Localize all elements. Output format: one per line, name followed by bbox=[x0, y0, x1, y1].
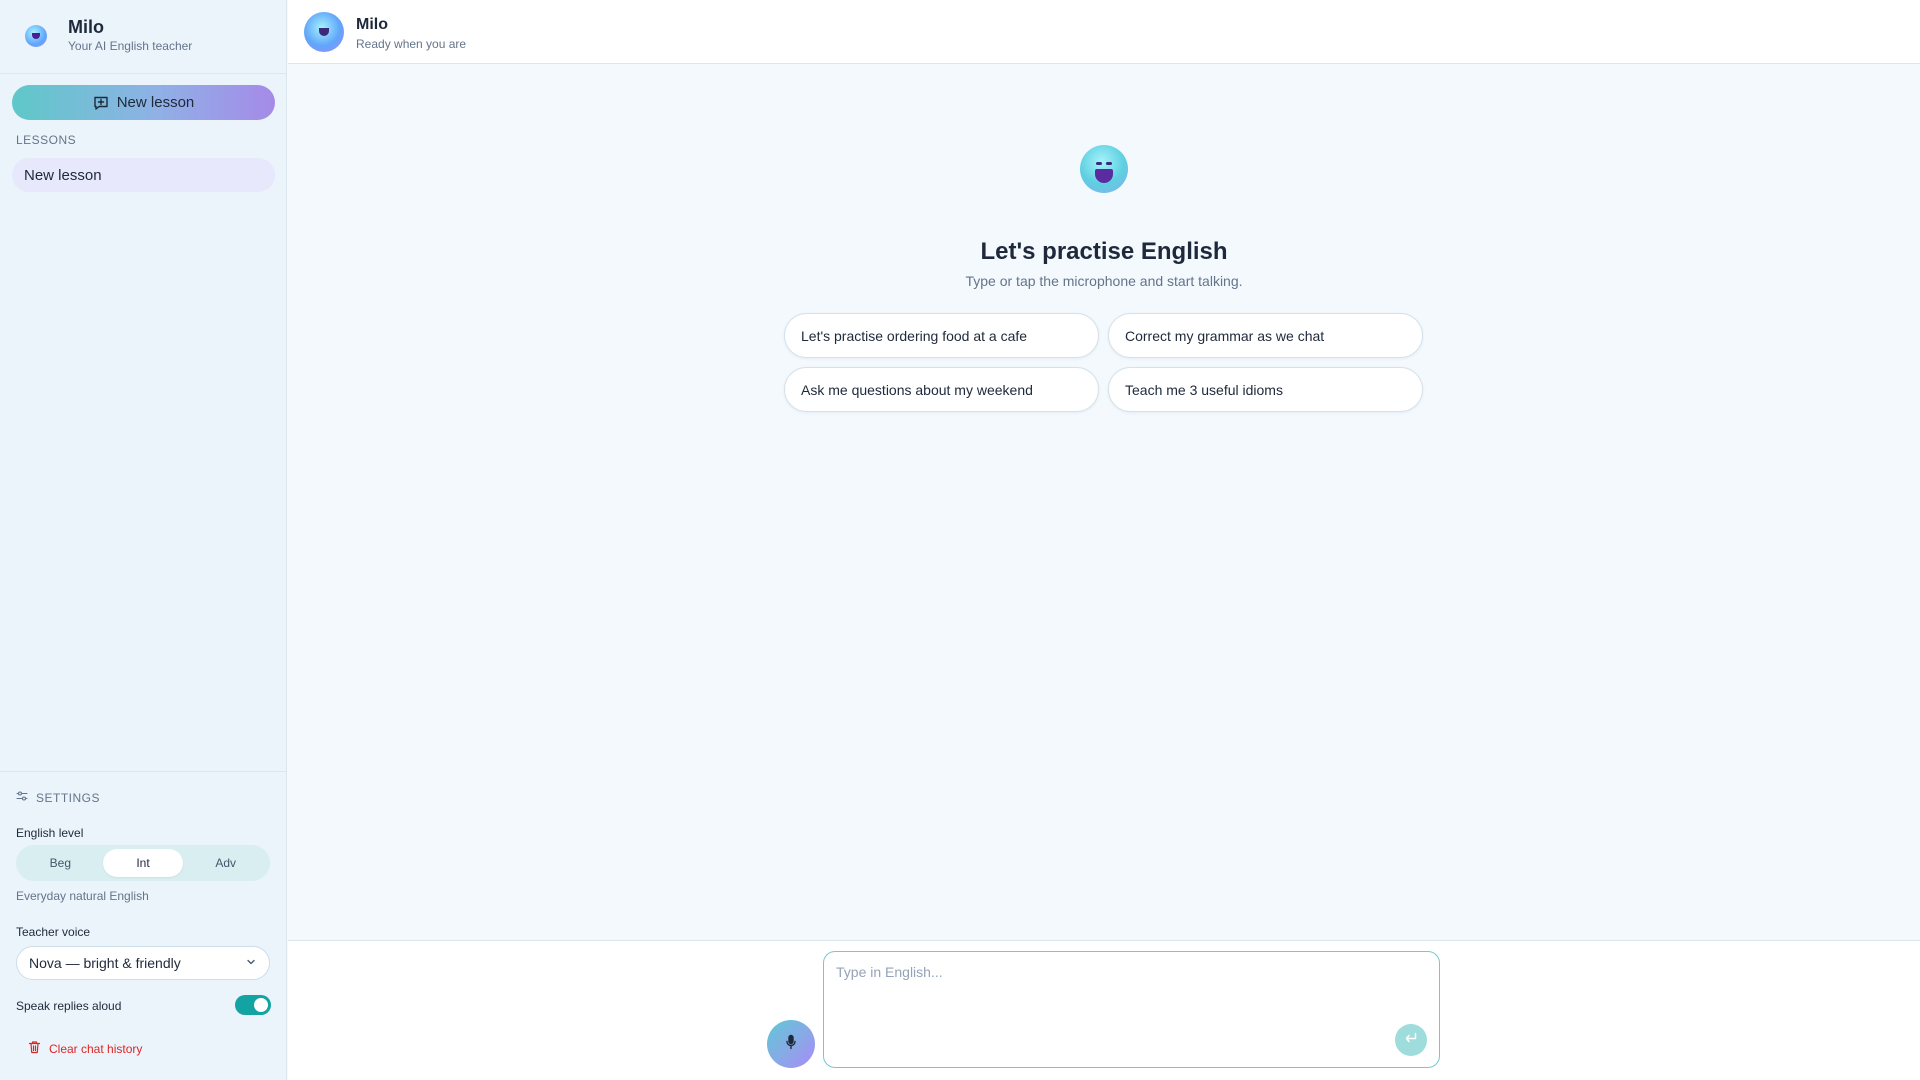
message-plus-icon bbox=[93, 95, 109, 111]
level-option-advanced[interactable]: Adv bbox=[185, 849, 266, 877]
lessons-heading: LESSONS bbox=[16, 133, 77, 147]
welcome-title: Let's practise English bbox=[980, 238, 1228, 265]
milo-mascot-icon bbox=[1080, 145, 1128, 193]
new-lesson-button[interactable]: New lesson bbox=[12, 85, 275, 120]
milo-avatar-icon bbox=[304, 12, 344, 52]
message-input[interactable] bbox=[836, 964, 1376, 1054]
suggestion-chip[interactable]: Correct my grammar as we chat bbox=[1108, 313, 1423, 358]
message-input-box bbox=[823, 951, 1440, 1068]
settings-heading: SETTINGS bbox=[16, 790, 100, 805]
brand-name: Milo bbox=[68, 17, 104, 37]
teacher-voice-select[interactable]: Nova — bright & friendly bbox=[16, 946, 270, 980]
brand-header: Milo Your AI English teacher bbox=[0, 0, 287, 74]
clear-chat-history-label: Clear chat history bbox=[49, 1041, 143, 1056]
suggestion-chip[interactable]: Ask me questions about my weekend bbox=[784, 367, 1099, 412]
chevron-down-icon bbox=[245, 955, 257, 971]
english-level-label: English level bbox=[16, 826, 84, 840]
teacher-voice-label: Teacher voice bbox=[16, 925, 91, 939]
welcome-subtitle: Type or tap the microphone and start tal… bbox=[965, 273, 1243, 289]
suggestion-chip[interactable]: Teach me 3 useful idioms bbox=[1108, 367, 1423, 412]
microphone-icon bbox=[784, 1034, 798, 1055]
level-option-beginner[interactable]: Beg bbox=[20, 849, 101, 877]
english-level-segmented-control: Beg Int Adv bbox=[16, 845, 270, 881]
level-option-intermediate[interactable]: Int bbox=[102, 849, 184, 877]
microphone-button[interactable] bbox=[767, 1020, 815, 1068]
speak-replies-label: Speak replies aloud bbox=[16, 999, 122, 1013]
settings-heading-label: SETTINGS bbox=[36, 790, 101, 805]
lesson-item-label: New lesson bbox=[24, 166, 102, 184]
send-button[interactable] bbox=[1395, 1024, 1427, 1056]
chat-header-name: Milo bbox=[356, 16, 388, 33]
brand-tagline: Your AI English teacher bbox=[68, 39, 193, 53]
clear-chat-history-button[interactable]: Clear chat history bbox=[28, 1040, 142, 1057]
teacher-voice-value: Nova — bright & friendly bbox=[29, 955, 181, 971]
milo-avatar-icon bbox=[25, 25, 47, 47]
enter-return-icon bbox=[1404, 1031, 1418, 1049]
toggle-knob bbox=[254, 998, 268, 1012]
chat-header: Milo Ready when you are bbox=[288, 0, 1920, 64]
chat-header-status: Ready when you are bbox=[356, 37, 467, 51]
settings-panel: SETTINGS English level Beg Int Adv Every… bbox=[0, 771, 287, 1080]
sidebar: Milo Your AI English teacher New lesson … bbox=[0, 0, 287, 1080]
trash-icon bbox=[28, 1040, 41, 1057]
speak-replies-toggle[interactable] bbox=[235, 995, 271, 1015]
new-lesson-label: New lesson bbox=[116, 94, 195, 111]
level-description: Everyday natural English bbox=[16, 889, 149, 903]
sliders-icon bbox=[16, 790, 28, 805]
lesson-item[interactable]: New lesson bbox=[12, 158, 275, 192]
suggestion-chip[interactable]: Let's practise ordering food at a cafe bbox=[784, 313, 1099, 358]
